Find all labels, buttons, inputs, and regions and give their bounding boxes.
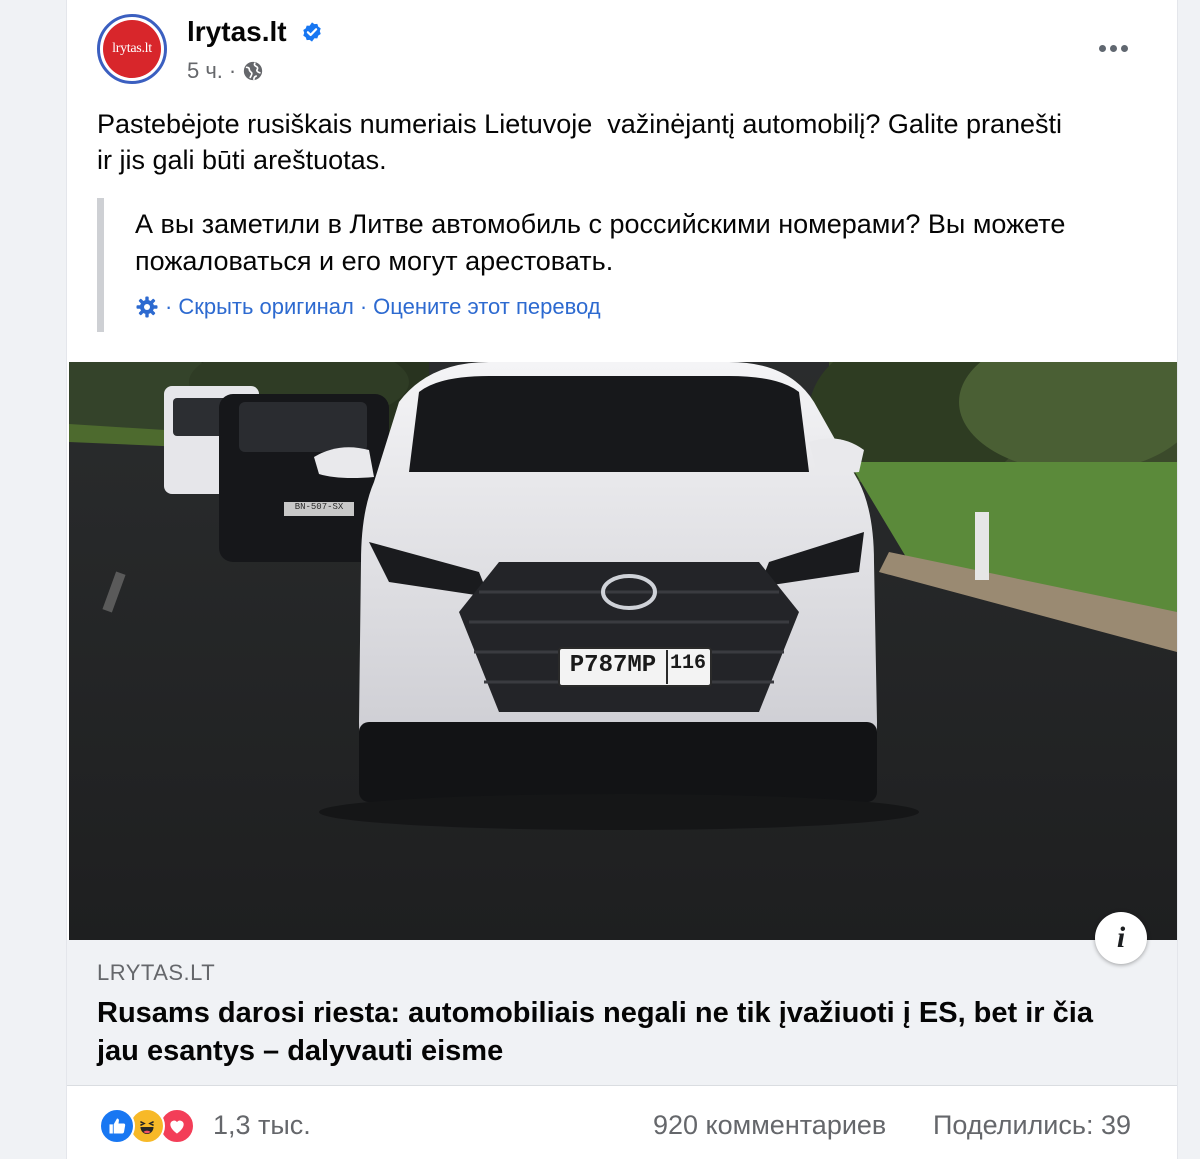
like-icon (99, 1108, 135, 1144)
more-options-icon[interactable] (1095, 34, 1131, 62)
globe-icon[interactable] (242, 60, 264, 82)
gear-icon[interactable] (135, 295, 159, 319)
link-separator: · (165, 294, 173, 319)
translation-block: А вы заметили в Литве автомобиль с росси… (97, 198, 1164, 332)
post-footer: 1,3 тыс. 920 комментариев Поделились: 39 (67, 1086, 1177, 1159)
background-plate: BN-507-SX (294, 502, 344, 512)
shares-count[interactable]: Поделились: 39 (933, 1110, 1131, 1141)
verified-badge-icon (303, 22, 321, 42)
link-domain: LRYTAS.LT (97, 960, 216, 985)
translation-links: · Скрыть оригинал · Оцените этот перевод (135, 294, 601, 320)
rate-translation-link[interactable]: Оцените этот перевод (373, 294, 600, 320)
post-meta: 5 ч. · (187, 58, 264, 84)
info-icon[interactable]: i (1095, 912, 1147, 964)
meta-separator: · (228, 58, 237, 83)
post-time[interactable]: 5 ч. (187, 58, 223, 84)
post-photo[interactable]: P787MP 116 BN-507-SX (69, 362, 1177, 940)
post-text: Pastebėjote rusiškais numeriais Lietuvoj… (97, 109, 1063, 175)
license-plate-number: P787MP (569, 652, 657, 679)
post-card: lrytas.lt lrytas.lt 5 ч. · Pastebėjote r… (66, 0, 1178, 1159)
license-plate-region: 116 (669, 652, 706, 675)
hide-original-link[interactable]: Скрыть оригинал (178, 294, 354, 320)
link-separator: · (359, 294, 368, 319)
link-title[interactable]: Rusams darosi riesta: automobiliais nega… (97, 994, 1137, 1070)
reaction-count[interactable]: 1,3 тыс. (213, 1110, 311, 1141)
comments-count[interactable]: 920 комментариев (653, 1110, 886, 1141)
post-header: lrytas.lt lrytas.lt 5 ч. · (67, 0, 1177, 100)
translation-text: А вы заметили в Литве автомобиль с росси… (135, 209, 1066, 276)
page-name[interactable]: lrytas.lt (187, 16, 287, 48)
avatar-logo: lrytas.lt (103, 20, 161, 78)
link-preview[interactable]: LRYTAS.LT Rusams darosi riesta: automobi… (67, 940, 1177, 1086)
car-photo-image (69, 362, 1177, 940)
reactions-summary[interactable] (99, 1108, 195, 1144)
avatar[interactable]: lrytas.lt (97, 14, 167, 84)
